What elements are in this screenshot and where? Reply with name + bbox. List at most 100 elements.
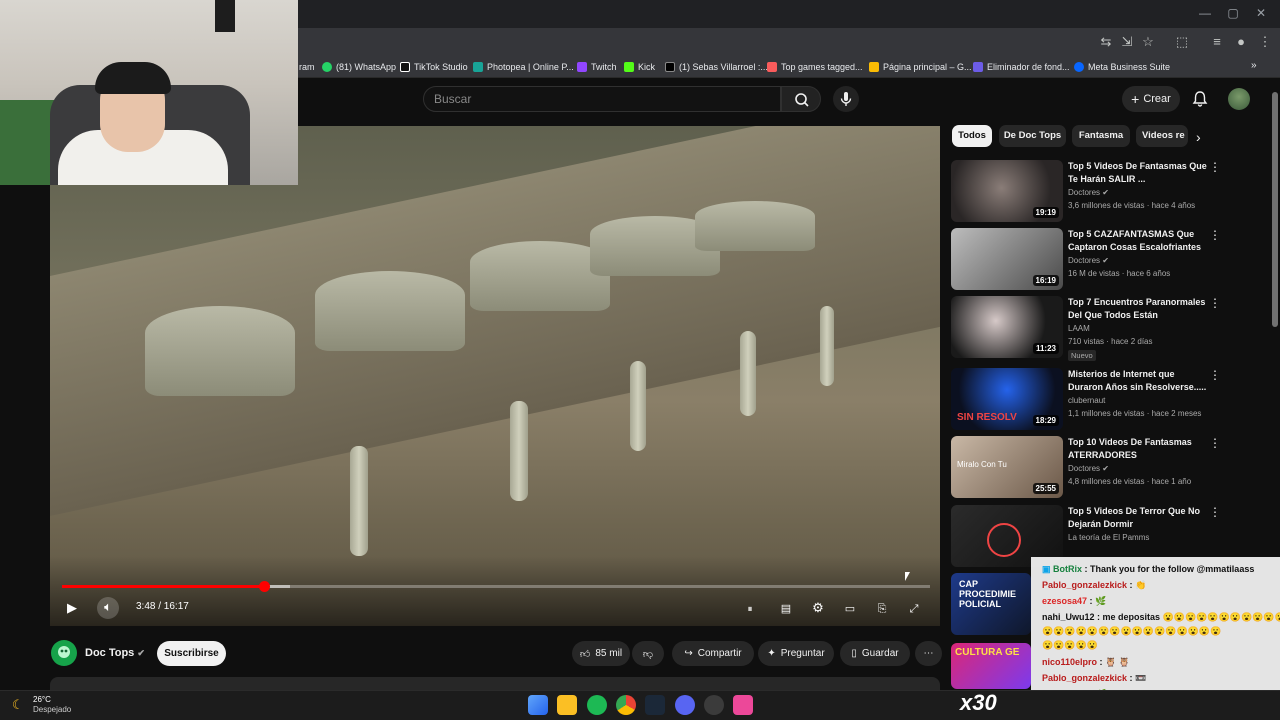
media-control-icon[interactable]: ≡	[1208, 33, 1226, 51]
theater-icon: ▭	[844, 603, 856, 615]
more-actions-button[interactable]: ⋯	[915, 641, 942, 666]
theater-mode-button[interactable]: ▭	[840, 598, 860, 618]
video-thumbnail[interactable]: CAP PROCEDIMIE POLICIAL	[951, 573, 1031, 635]
play-button[interactable]: ▶	[62, 598, 82, 618]
profile-icon[interactable]: ●	[1232, 33, 1250, 51]
extensions-icon[interactable]: ⬚	[1173, 33, 1191, 51]
spotify-icon[interactable]	[587, 695, 607, 715]
voice-search-button[interactable]	[833, 86, 859, 112]
subscribe-button[interactable]: Suscribirse	[157, 641, 226, 666]
volume-button[interactable]: 🔈︎	[97, 597, 119, 619]
ask-button[interactable]: ✦ Preguntar	[758, 641, 834, 666]
save-button[interactable]: ▯ Guardar	[840, 641, 910, 666]
more-vertical-icon[interactable]: ⋮	[1209, 296, 1221, 310]
settings-button[interactable]: ⚙	[808, 598, 828, 618]
discord-icon[interactable]	[675, 695, 695, 715]
video-title[interactable]: Top 5 Videos De Fantasmas Que Te Harán S…	[1068, 160, 1208, 186]
weather-condition[interactable]: Despejado	[33, 705, 71, 714]
video-title[interactable]: Top 7 Encuentros Paranormales Del Que To…	[1068, 296, 1208, 322]
tiktok-icon	[400, 62, 410, 72]
bookmark-item[interactable]: (1) Sebas Villarroel :...	[665, 60, 768, 74]
windows-start-icon[interactable]	[528, 695, 548, 715]
bookmark-item[interactable]: Eliminador de fond...	[973, 60, 1070, 74]
subtitles-button[interactable]: ▤	[776, 598, 796, 618]
bookmark-item[interactable]: Kick	[624, 60, 655, 74]
thumbs-down-icon: 👎︎	[642, 648, 654, 660]
bookmark-item[interactable]: ram	[299, 60, 315, 74]
video-title[interactable]: Top 10 Videos De Fantasmas ATERRADORES	[1068, 436, 1208, 462]
video-thumbnail[interactable]: 16:19	[951, 228, 1063, 290]
scrollbar-thumb[interactable]	[1272, 92, 1278, 327]
bookmarks-overflow-icon[interactable]: »	[1251, 60, 1257, 71]
more-vertical-icon[interactable]: ⋮	[1209, 368, 1221, 382]
chip-related[interactable]: Videos re	[1136, 125, 1188, 147]
bookmark-item[interactable]: Top games tagged...	[767, 60, 863, 74]
channel-label[interactable]: Doctores ✔	[1068, 256, 1109, 265]
channel-label[interactable]: LAAM	[1068, 324, 1090, 333]
fullscreen-button[interactable]: ⤢	[904, 598, 924, 618]
video-frame-pipe	[740, 331, 756, 416]
bookmark-item[interactable]: Meta Business Suite	[1074, 60, 1170, 74]
video-thumbnail[interactable]: 19:19	[951, 160, 1063, 222]
video-meta: 710 vistas · hace 2 días	[1068, 337, 1153, 346]
more-vertical-icon[interactable]: ⋮	[1209, 160, 1221, 174]
chips-next-icon[interactable]: ›	[1196, 129, 1201, 145]
channel-name[interactable]: Doc Tops ✔	[85, 647, 145, 659]
obs-icon[interactable]	[704, 695, 724, 715]
translate-icon[interactable]: ⇆	[1097, 33, 1115, 51]
bookmark-item[interactable]: Photopea | Online P...	[473, 60, 574, 74]
tiktok-live-icon[interactable]	[733, 695, 753, 715]
steam-icon[interactable]	[645, 695, 665, 715]
bookmark-item[interactable]: Página principal – G...	[869, 60, 972, 74]
bookmark-item[interactable]: (81) WhatsApp	[322, 60, 396, 74]
minimize-icon[interactable]: —	[1198, 6, 1212, 20]
channel-avatar[interactable]	[51, 640, 77, 666]
weather-temperature[interactable]: 26°C	[33, 695, 51, 704]
bookmark-star-icon[interactable]: ☆	[1139, 33, 1157, 51]
create-button[interactable]: + Crear	[1122, 86, 1180, 112]
cast-button[interactable]: ⎘	[872, 598, 892, 618]
recommendation-item[interactable]: 11:23 Top 7 Encuentros Paranormales Del …	[951, 296, 1221, 361]
recommendation-item[interactable]: SIN RESOLV 18:29 Misterios de Internet qu…	[951, 368, 1221, 432]
more-vertical-icon[interactable]: ⋮	[1209, 505, 1221, 519]
autoplay-toggle[interactable]: ⏸	[740, 598, 760, 618]
recommendation-item[interactable]: 19:19 Top 5 Videos De Fantasmas Que Te H…	[951, 160, 1221, 224]
channel-label[interactable]: clubernaut	[1068, 396, 1105, 405]
weather-moon-icon[interactable]: ☾	[12, 697, 24, 713]
file-explorer-icon[interactable]	[557, 695, 577, 715]
like-button[interactable]: 👍︎ 85 mil	[572, 641, 630, 666]
search-button[interactable]	[781, 86, 821, 112]
video-thumbnail[interactable]: CULTURA GE	[951, 643, 1031, 689]
bookmark-item[interactable]: Twitch	[577, 60, 617, 74]
user-avatar[interactable]	[1228, 88, 1250, 110]
channel-label[interactable]: Doctores ✔	[1068, 464, 1109, 473]
video-thumbnail[interactable]: 11:23	[951, 296, 1063, 358]
chrome-icon[interactable]	[616, 695, 636, 715]
bookmark-item[interactable]: TikTok Studio	[400, 60, 468, 74]
video-thumbnail[interactable]: Miralo Con Tu 25:55	[951, 436, 1063, 498]
more-vertical-icon[interactable]: ⋮	[1209, 436, 1221, 450]
share-button[interactable]: ↪ Compartir	[672, 641, 754, 666]
dislike-button[interactable]: 👎︎	[632, 641, 664, 666]
chip-from-channel[interactable]: De Doc Tops	[999, 125, 1066, 147]
recommendation-item[interactable]: Miralo Con Tu 25:55 Top 10 Videos De Fant…	[951, 436, 1221, 500]
video-player[interactable]	[50, 126, 940, 626]
recommendation-item[interactable]: CAP PROCEDIMIE POLICIAL	[951, 573, 1031, 637]
chip-all[interactable]: Todos	[952, 125, 992, 147]
recommendation-item[interactable]: 16:19 Top 5 CAZAFANTASMAS Que Captaron C…	[951, 228, 1221, 292]
channel-label[interactable]: La teoría de El Pamms	[1068, 533, 1149, 542]
video-thumbnail[interactable]: SIN RESOLV 18:29	[951, 368, 1063, 430]
video-title[interactable]: Top 5 CAZAFANTASMAS Que Captaron Cosas E…	[1068, 228, 1208, 254]
search-input[interactable]: Buscar	[423, 86, 781, 112]
maximize-icon[interactable]: ▢	[1226, 6, 1240, 20]
video-title[interactable]: Top 5 Videos De Terror Que No Dejarán Do…	[1068, 505, 1208, 531]
browser-menu-icon[interactable]: ⋮	[1256, 33, 1274, 51]
channel-label[interactable]: Doctores ✔	[1068, 188, 1109, 197]
install-app-icon[interactable]: ⇲	[1118, 33, 1136, 51]
more-vertical-icon[interactable]: ⋮	[1209, 228, 1221, 242]
volume-icon: 🔈︎	[104, 599, 112, 614]
chip-ghost[interactable]: Fantasma	[1072, 125, 1130, 147]
video-title[interactable]: Misterios de Internet que Duraron Años s…	[1068, 368, 1208, 394]
close-icon[interactable]: ✕	[1254, 6, 1268, 20]
notifications-button[interactable]	[1190, 89, 1210, 109]
